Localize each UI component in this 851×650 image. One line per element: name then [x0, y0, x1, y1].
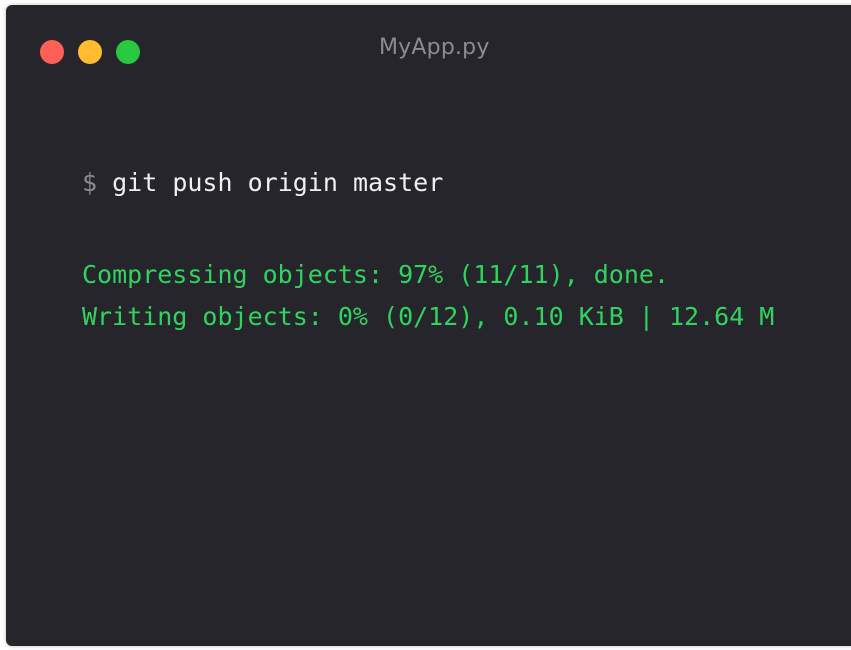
output-line-compressing: Compressing objects: 97% (11/11), done.: [82, 260, 669, 289]
minimize-window-button[interactable]: [78, 40, 102, 64]
close-window-button[interactable]: [40, 40, 64, 64]
output-line-writing: Writing objects: 0% (0/12), 0.10 KiB | 1…: [82, 302, 775, 331]
window-title: MyApp.py: [379, 35, 490, 60]
command-text: git push origin master: [112, 168, 444, 197]
window-titlebar[interactable]: MyApp.py: [6, 5, 851, 95]
terminal-content[interactable]: $ git push origin master Compressing obj…: [82, 160, 774, 331]
command-line: $ git push origin master: [82, 166, 443, 200]
prompt-symbol: $: [82, 168, 98, 197]
maximize-window-button[interactable]: [116, 40, 140, 64]
terminal-window: MyApp.py $ git push origin master Compre…: [6, 5, 851, 646]
